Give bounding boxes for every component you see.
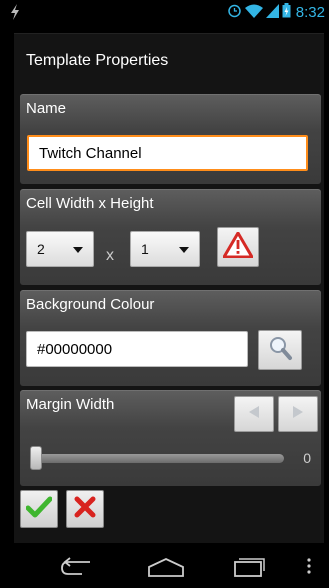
- home-icon[interactable]: [146, 556, 186, 583]
- margin-slider-thumb[interactable]: [30, 446, 42, 470]
- signal-icon: [265, 3, 279, 21]
- status-icons: 8:32: [227, 3, 325, 21]
- name-input[interactable]: Twitch Channel: [27, 135, 308, 171]
- red-x-icon: [73, 495, 97, 524]
- warning-icon: [222, 231, 254, 263]
- battery-icon: [282, 3, 291, 21]
- background-colour-input[interactable]: #00000000: [26, 331, 248, 367]
- colour-search-button[interactable]: [258, 330, 302, 370]
- left-arrow-icon: [247, 405, 261, 424]
- navigation-bar: [0, 548, 329, 588]
- status-bar: 8:32: [0, 0, 329, 24]
- alarm-icon: [227, 3, 242, 21]
- background-colour-label: Background Colour: [26, 296, 155, 313]
- background-colour-section: Background Colour #00000000: [20, 290, 321, 386]
- name-label: Name: [26, 100, 67, 117]
- dialog-title: Template Properties: [26, 52, 169, 69]
- cell-height-spinner[interactable]: 1: [130, 231, 200, 267]
- margin-slider-track[interactable]: [30, 454, 284, 463]
- cell-width-spinner[interactable]: 2: [26, 231, 94, 267]
- margin-decrease-button[interactable]: [234, 396, 274, 432]
- recent-apps-icon[interactable]: [232, 556, 266, 583]
- magnifier-icon: [267, 335, 293, 366]
- cell-size-section: Cell Width x Height 2 x 1: [20, 189, 321, 285]
- name-section: Name Twitch Channel: [20, 94, 321, 184]
- wifi-icon: [244, 4, 263, 21]
- back-icon[interactable]: [60, 556, 94, 583]
- flash-icon: [10, 4, 20, 25]
- cell-width-value: 2: [37, 241, 45, 257]
- size-separator: x: [106, 247, 114, 264]
- margin-value: 0: [303, 450, 311, 466]
- checkmark-icon: [25, 496, 53, 523]
- template-properties-dialog: Template Properties Name Twitch Channel …: [14, 33, 324, 543]
- cancel-button[interactable]: [66, 490, 104, 528]
- margin-width-label: Margin Width: [26, 396, 115, 413]
- clock: 8:32: [295, 3, 325, 21]
- dropdown-arrow-icon: [179, 247, 189, 253]
- warning-button[interactable]: [217, 227, 259, 267]
- margin-width-section: Margin Width 0: [20, 390, 321, 486]
- cell-size-label: Cell Width x Height: [26, 195, 154, 212]
- cell-height-value: 1: [141, 241, 149, 257]
- right-arrow-icon: [291, 405, 305, 424]
- menu-icon[interactable]: [306, 556, 312, 581]
- margin-increase-button[interactable]: [278, 396, 318, 432]
- ok-button[interactable]: [20, 490, 58, 528]
- dropdown-arrow-icon: [73, 247, 83, 253]
